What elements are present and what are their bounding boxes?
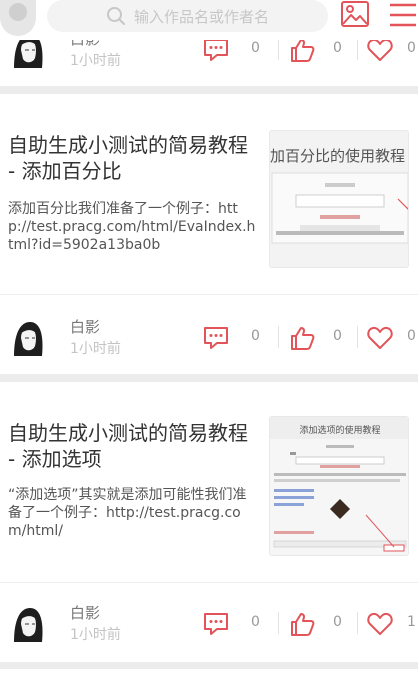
user-avatar[interactable] (0, 0, 36, 36)
divider (278, 326, 279, 348)
section-divider (0, 374, 418, 382)
like-count: 0 (333, 40, 342, 56)
post-time: 1小时前 (70, 341, 121, 357)
divider (278, 38, 279, 60)
heart-icon[interactable] (367, 325, 393, 351)
comment-icon[interactable] (203, 325, 229, 351)
post-time: 1小时前 (70, 53, 121, 69)
post-footer-row: 白影 1小时前 0 0 0 (0, 310, 418, 366)
row-separator (0, 294, 418, 295)
author-avatar[interactable] (6, 602, 50, 646)
divider (357, 612, 358, 634)
menu-icon[interactable] (388, 2, 418, 28)
like-icon[interactable] (289, 37, 315, 63)
article-description: 添加百分比我们准备了一个例子：http://test.pracg.com/htm… (8, 201, 256, 253)
like-icon[interactable] (289, 611, 315, 637)
app-screen: 输入作品名或作者名 1小时前 0 0 0 自助生成小测试的简易教程 - 添加百分… (0, 0, 418, 691)
comment-count: 0 (251, 40, 260, 56)
divider (357, 38, 358, 60)
favorite-count: 1 (407, 614, 416, 630)
heart-icon[interactable] (367, 37, 393, 63)
divider (278, 612, 279, 634)
author-avatar[interactable] (6, 316, 50, 360)
like-count: 0 (333, 328, 342, 344)
like-icon[interactable] (289, 325, 315, 351)
heart-icon[interactable] (367, 611, 393, 637)
image-icon[interactable] (340, 0, 370, 30)
search-input[interactable]: 输入作品名或作者名 (47, 0, 328, 32)
thumbnail-title: 加百分比的使用教程 (270, 147, 406, 165)
top-bar: 输入作品名或作者名 (0, 0, 418, 40)
article-thumbnail[interactable]: 加百分比的使用教程 (269, 130, 409, 268)
comment-count: 0 (251, 614, 260, 630)
favorite-count: 0 (407, 40, 416, 56)
row-separator (0, 582, 418, 583)
comment-icon[interactable] (203, 611, 229, 637)
article-description: “添加选项”其实就是添加可能性我们准备了一个例子：http://test.pra… (8, 487, 247, 539)
author-name[interactable]: 白影 (70, 602, 100, 623)
search-placeholder: 输入作品名或作者名 (133, 7, 269, 26)
divider (357, 326, 358, 348)
post-footer-row: 白影 1小时前 0 0 1 (0, 596, 418, 652)
section-divider (0, 662, 418, 669)
like-count: 0 (333, 614, 342, 630)
section-divider (0, 86, 418, 94)
search-icon (106, 7, 125, 25)
thumbnail-title: 添加选项的使用教程 (299, 426, 381, 436)
article-card[interactable]: 自助生成小测试的简易教程 - 添加选项 “添加选项”其实就是添加可能性我们准备了… (0, 382, 418, 582)
article-title[interactable]: 自助生成小测试的简易教程 - 添加选项 (8, 420, 258, 472)
post-time: 1小时前 (70, 627, 121, 643)
comment-icon[interactable] (203, 37, 229, 63)
article-thumbnail[interactable]: 添加选项的使用教程 (269, 416, 409, 556)
favorite-count: 0 (407, 328, 416, 344)
article-title[interactable]: 自助生成小测试的简易教程 - 添加百分比 (8, 132, 258, 184)
comment-count: 0 (251, 328, 260, 344)
author-name[interactable]: 白影 (70, 316, 100, 337)
article-card[interactable]: 自助生成小测试的简易教程 - 添加百分比 添加百分比我们准备了一个例子：http… (0, 94, 418, 294)
